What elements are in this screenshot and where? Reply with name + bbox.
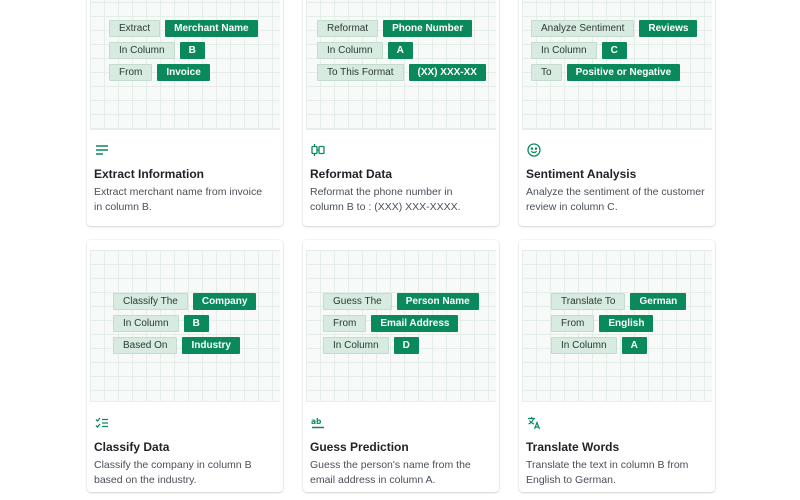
chip-label: In Column (551, 337, 617, 354)
template-card-reformat-data[interactable]: Reformat Phone Number In Column A To This … (303, 0, 499, 226)
card-preview-grid: Guess The Person Name From Email Address I… (306, 250, 496, 402)
chip-label: In Column (109, 42, 175, 59)
chip-value: C (601, 42, 627, 59)
chip-value: German (630, 293, 687, 310)
svg-text:ab: ab (311, 417, 322, 426)
chip-value: D (393, 337, 419, 354)
chip-label: From (109, 64, 153, 81)
template-card-sentiment-analysis[interactable]: Analyze Sentiment Reviews In Column C To Po… (519, 0, 715, 226)
smiley-icon (527, 143, 541, 157)
template-card-extract-information[interactable]: Extract Merchant Name In Column B From Invo… (87, 0, 283, 226)
chip-value: Person Name (396, 293, 479, 310)
chip-label: From (551, 315, 595, 332)
checklist-icon (95, 416, 109, 430)
chip-label: Translate To (551, 293, 626, 310)
chip-label: Classify The (113, 293, 188, 310)
chip-label: In Column (531, 42, 597, 59)
card-preview-grid: Analyze Sentiment Reviews In Column C To Po… (522, 0, 712, 130)
chip-value: English (599, 315, 654, 332)
template-card-guess-prediction[interactable]: Guess The Person Name From Email Address I… (303, 240, 499, 492)
card-preview-grid: Extract Merchant Name In Column B From Invo… (90, 0, 280, 130)
template-card-classify-data[interactable]: Classify The Company In Column B Based On I… (87, 240, 283, 492)
chip-label: To This Format (317, 64, 404, 81)
chip-value: Reviews (639, 20, 698, 37)
chip-label: In Column (317, 42, 383, 59)
card-preview-grid: Translate To German From English In Column… (522, 250, 712, 402)
reformat-icon (311, 143, 325, 157)
chip-label: Extract (109, 20, 161, 37)
chip-value: Merchant Name (165, 20, 258, 37)
chip-value: Invoice (157, 64, 210, 81)
chip-label: Analyze Sentiment (531, 20, 635, 37)
card-description: Reformat the phone number in column B to… (310, 186, 461, 213)
chip-value: B (179, 42, 205, 59)
card-title: Classify Data (94, 440, 170, 454)
chip-label: To (531, 64, 562, 81)
card-title: Extract Information (94, 167, 205, 181)
card-description: Classify the company in column B based o… (94, 459, 252, 486)
chip-value: Company (192, 293, 257, 310)
chip-label: From (323, 315, 367, 332)
card-title: Translate Words (526, 440, 620, 454)
chip-value: A (621, 337, 647, 354)
chip-value: (XX) XXX-XX (408, 64, 486, 81)
card-description: Guess the person's name from the email a… (310, 459, 471, 486)
chip-value: Industry (182, 337, 240, 354)
chip-value: Positive or Negative (566, 64, 681, 81)
card-title: Reformat Data (310, 167, 393, 181)
card-description: Extract merchant name from invoice in co… (94, 186, 263, 213)
card-preview-grid: Classify The Company In Column B Based On I… (90, 250, 280, 402)
card-preview-grid: Reformat Phone Number In Column A To This … (306, 0, 496, 130)
chip-label: In Column (323, 337, 389, 354)
card-title: Sentiment Analysis (526, 167, 637, 181)
spellcheck-icon: ab (311, 416, 325, 430)
chip-label: In Column (113, 315, 179, 332)
chip-label: Reformat (317, 20, 379, 37)
card-description: Translate the text in column B from Engl… (526, 459, 689, 486)
chip-label: Based On (113, 337, 178, 354)
chip-label: Guess The (323, 293, 392, 310)
lines-icon (95, 143, 109, 157)
card-description: Analyze the sentiment of the customer re… (526, 186, 705, 213)
chip-value: A (387, 42, 413, 59)
chip-value: Email Address (371, 315, 459, 332)
chip-value: B (183, 315, 209, 332)
template-card-translate-words[interactable]: Translate To German From English In Column… (519, 240, 715, 492)
translate-icon (527, 416, 541, 430)
card-title: Guess Prediction (310, 440, 409, 454)
chip-value: Phone Number (383, 20, 473, 37)
